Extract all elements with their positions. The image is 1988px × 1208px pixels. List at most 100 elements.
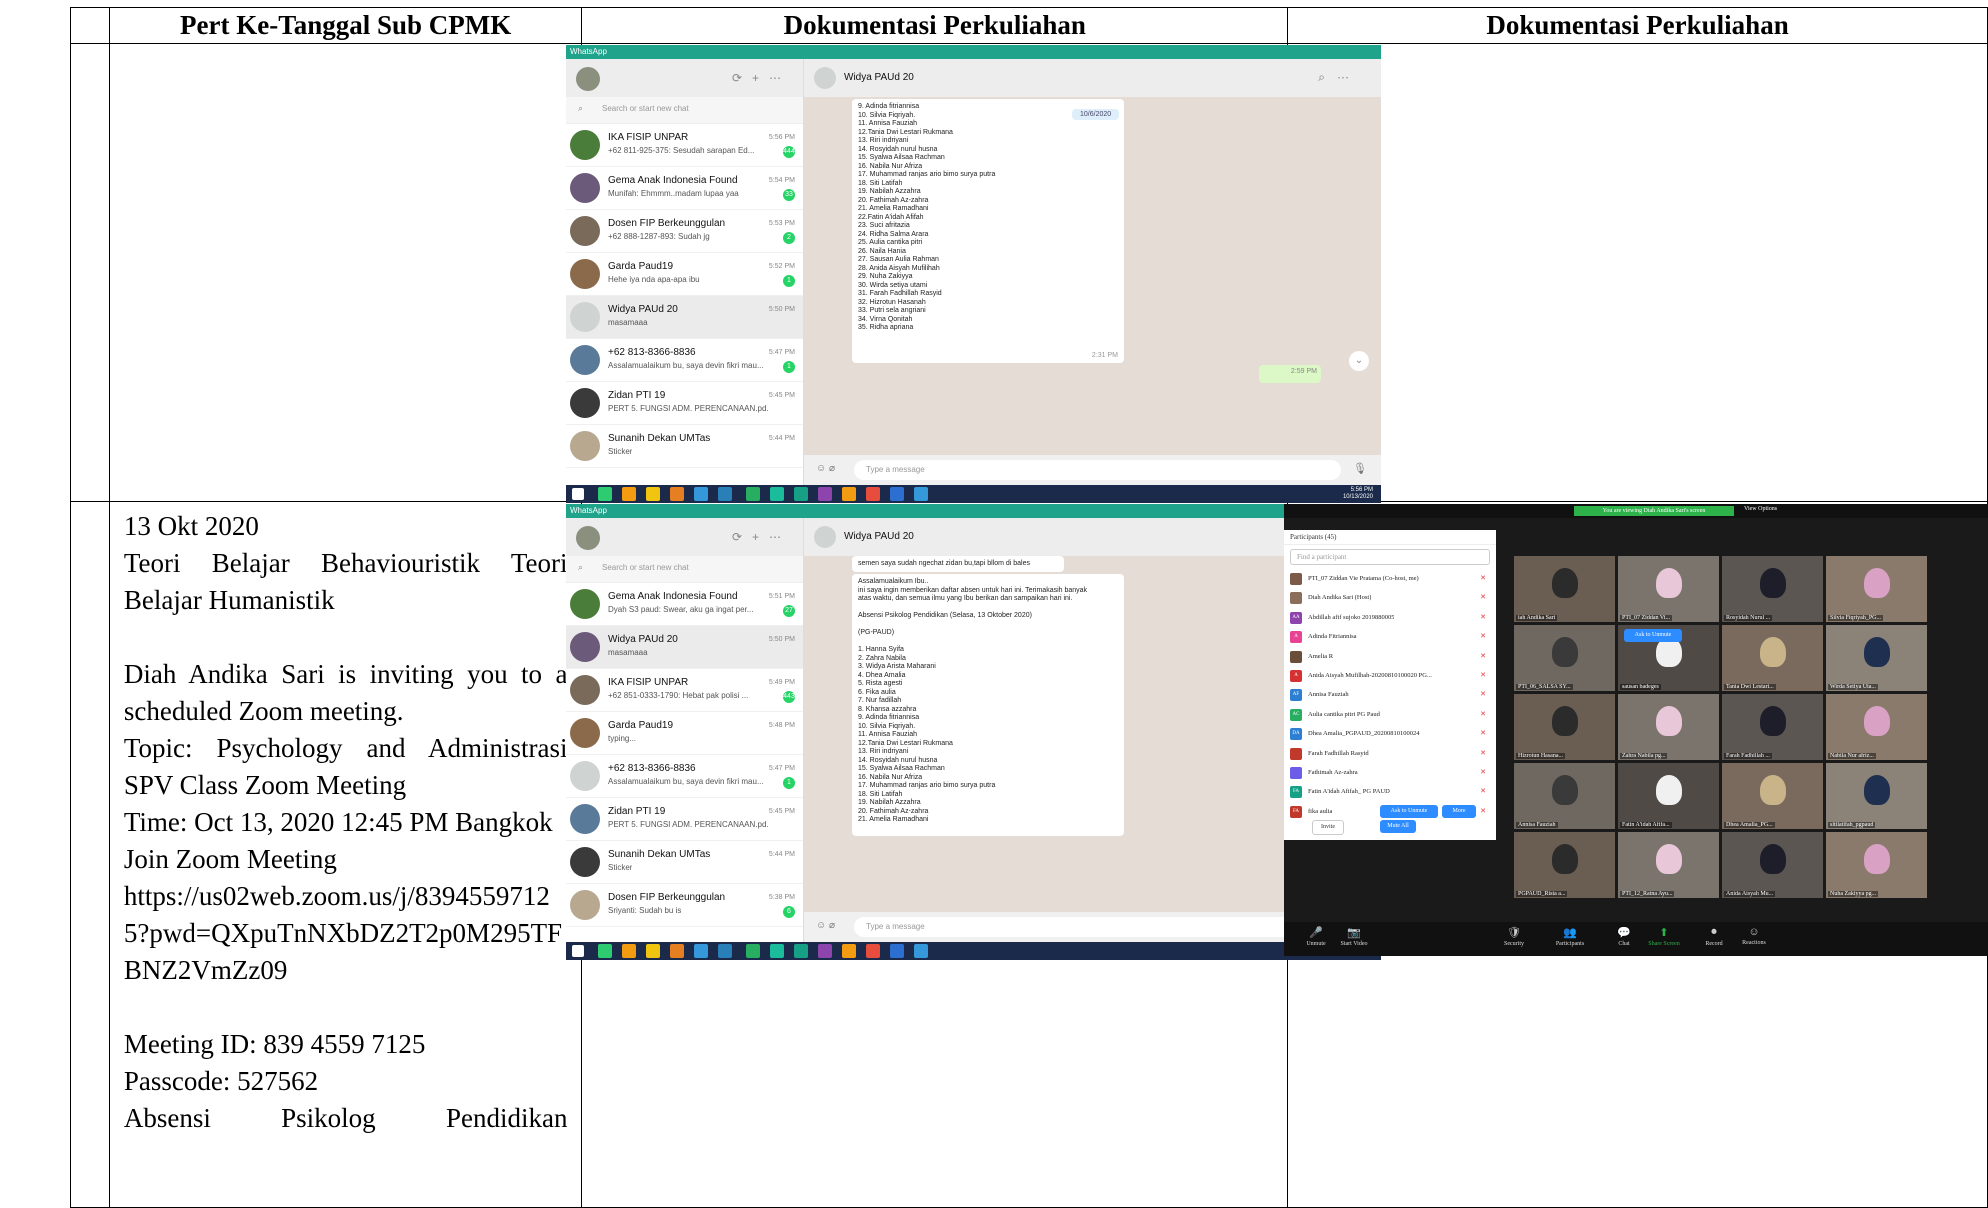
chat-list-item[interactable]: Dosen FIP Berkeunggulan +62 888-1287-893:… <box>566 210 803 253</box>
chat-list-item[interactable]: Widya PAUd 20 masamaaa 5:50 PM <box>566 296 803 339</box>
video-tile[interactable]: Annisa Fauziah <box>1514 763 1615 829</box>
video-tile[interactable]: Fatin A'idah Afifa... <box>1618 763 1719 829</box>
video-tile[interactable]: Silvia Fiqriyah_PG... <box>1826 556 1927 622</box>
message-line: Absensi Psikolog Pendidikan (Selasa, 13 … <box>858 612 1032 619</box>
video-tile[interactable]: Farah Fadhillah ... <box>1722 694 1823 760</box>
participant-row[interactable]: DA Dhea Amalia_PGPAUD_20200810100024 ✕ <box>1284 724 1496 743</box>
message-input[interactable]: Type a message <box>854 460 1341 480</box>
message-line: 5. Rista agesti <box>858 680 903 687</box>
start-icon[interactable] <box>572 488 584 500</box>
chat-list-item[interactable]: +62 813-8366-8836 Assalamualaikum bu, say… <box>566 755 803 798</box>
chat-list-item[interactable]: Gema Anak Indonesia Found Munifah: Ehmmm.… <box>566 167 803 210</box>
find-participant-input[interactable]: Find a participant <box>1290 549 1490 565</box>
video-tile[interactable]: Rosyidah Nurul ... <box>1722 556 1823 622</box>
message-line: 27. Sausan Aulia Rahman <box>858 256 939 263</box>
avatar[interactable] <box>576 526 600 550</box>
participants-button[interactable]: 👥 Participants <box>1540 926 1600 947</box>
tile-label: Dhea Amalia_PG... <box>1724 822 1775 828</box>
date-badge: 10/6/2020 <box>1072 109 1120 120</box>
participant-row[interactable]: FA fika aulia ✕ Ask to Unmute More <box>1284 802 1496 821</box>
avatar <box>814 526 836 548</box>
participant-row[interactable]: Farah Fadhillah Rasyid ✕ <box>1284 744 1496 763</box>
tile-label: Farah Fadhillah ... <box>1724 753 1772 759</box>
chat-list-item[interactable]: Garda Paud19 typing... 5:48 PM <box>566 712 803 755</box>
chat-list-item[interactable]: Gema Anak Indonesia Found Dyah S3 paud: S… <box>566 583 803 626</box>
chat-list-item[interactable]: Zidan PTI 19 PERT 5. FUNGSI ADM. PERENCAN… <box>566 382 803 425</box>
participant-row[interactable]: Fathimah Az-zahra ✕ <box>1284 763 1496 782</box>
chat-list-item[interactable]: Widya PAUd 20 masamaaa 5:50 PM <box>566 626 803 669</box>
chat-list-item[interactable]: IKA FISIP UNPAR +62 851-0333-1790: Hebat … <box>566 669 803 712</box>
emoji-icon[interactable]: ☺ ⌀ <box>816 920 835 931</box>
message-line: 19. Nabilah Azzahra <box>858 799 921 806</box>
ask-to-unmute-button[interactable]: Ask to Unmute <box>1380 804 1438 818</box>
chat-list-item[interactable]: Dosen FIP Berkeunggulan Sriyanti: Sudah b… <box>566 884 803 927</box>
muted-mic-icon: ✕ <box>1480 593 1486 602</box>
chat-preview: PERT 5. FUNGSI ADM. PERENCANAAN.pd... <box>608 404 768 413</box>
scroll-down-icon[interactable]: ⌄ <box>1349 351 1369 371</box>
search-input[interactable]: ⌕ Search or start new chat <box>566 97 803 124</box>
avatar <box>1290 747 1302 760</box>
video-tile[interactable]: Zahra Nabila pg... <box>1618 694 1719 760</box>
start-video-button[interactable]: 📷 Start Video <box>1324 926 1384 947</box>
start-icon[interactable] <box>572 945 584 957</box>
video-tile[interactable]: Anida Aisyah Mu... <box>1722 832 1823 898</box>
message-line: 30. Wirda setiya utami <box>858 281 928 289</box>
reactions-button[interactable]: ☺ Reactions <box>1724 926 1784 946</box>
video-tile[interactable]: iah Andika Sari <box>1514 556 1615 622</box>
absensi-title: Absensi Psikolog Pendidikan <box>123 1103 568 1133</box>
new-chat-icon[interactable]: ⟳+⋯ <box>732 530 791 544</box>
emoji-icon[interactable]: ☺ ⌀ <box>816 463 835 474</box>
video-tile[interactable]: Hizrotun Hasana... <box>1514 694 1615 760</box>
video-tile[interactable]: PGPAUD_Rista a... <box>1514 832 1615 898</box>
participant-row[interactable]: A Adinda Fitriannisa ✕ <box>1284 627 1496 646</box>
video-tile[interactable]: Nuha Zakiyya pg... <box>1826 832 1927 898</box>
search-input[interactable]: ⌕ Search or start new chat <box>566 556 803 583</box>
search-icon[interactable]: ⌕⋯ <box>1318 70 1361 85</box>
chat-list-item[interactable]: Zidan PTI 19 PERT 5. FUNGSI ADM. PERENCAN… <box>566 798 803 841</box>
video-tile[interactable]: Nabila Nur afriz... <box>1826 694 1927 760</box>
microphone-icon[interactable]: 🎙 <box>1353 462 1367 475</box>
participant-row[interactable]: AF Annisa Fauziah ✕ <box>1284 685 1496 704</box>
zoom-url[interactable]: https://us02web.zoom.us/j/83945597125?pw… <box>124 878 568 989</box>
chat-list-item[interactable]: +62 813-8366-8836 Assalamualaikum bu, say… <box>566 339 803 382</box>
chat-time: 5:44 PM <box>768 435 795 442</box>
video-tile[interactable]: Wirda Setiya Uta... <box>1826 625 1927 691</box>
avatar: FA <box>1290 786 1302 799</box>
message-line: 14. Rosyidah nurul husna <box>858 145 938 153</box>
participant-row[interactable]: FA Fatin A'idah Afifah_ PG PAUD ✕ <box>1284 782 1496 801</box>
video-tile[interactable]: sitilatifah_pgpaud <box>1826 763 1927 829</box>
video-tile[interactable]: PTI_12_Ratna Ayu... <box>1618 832 1719 898</box>
invite-button[interactable]: Invite <box>1312 820 1344 835</box>
participant-row[interactable]: PTI_07 Ziddan Vie Pratama (Co-host, me) ✕ <box>1284 569 1496 588</box>
chat-name: Sunanih Dekan UMTas <box>608 433 711 444</box>
header-dokumentasi-1: Dokumentasi Perkuliahan <box>581 7 1289 44</box>
video-tile[interactable]: PTI_06_SALSA SY... <box>1514 625 1615 691</box>
participant-row[interactable]: AA Abdillah afif sujoko 2019880005 ✕ <box>1284 608 1496 627</box>
participant-row[interactable]: Amelia R ✕ <box>1284 647 1496 666</box>
chat-list-item[interactable]: Sunanih Dekan UMTas Sticker 5:44 PM <box>566 841 803 884</box>
chat-preview: typing... <box>608 734 637 743</box>
participant-row[interactable]: A Anida Aisyah Mufilhah-20200810100020 PG… <box>1284 666 1496 685</box>
avatar <box>570 589 600 619</box>
video-tile[interactable]: PTI_07 Ziddan Vi... <box>1618 556 1719 622</box>
mute-all-button[interactable]: Mute All <box>1380 820 1416 833</box>
participant-row[interactable]: AC Aulia cantika pitri PG Paud ✕ <box>1284 705 1496 724</box>
chat-list-item[interactable]: Garda Paud19 Hehe iya nda apa-apa ibu 5:52… <box>566 253 803 296</box>
tile-ask-to-unmute-button[interactable]: Ask to Unmute <box>1624 629 1682 642</box>
tile-label: Silvia Fiqriyah_PG... <box>1828 615 1884 621</box>
view-options-button[interactable]: View Options <box>1744 506 1777 512</box>
security-button[interactable]: 🛡 Security <box>1484 926 1544 947</box>
new-chat-icon[interactable]: ⟳+⋯ <box>732 71 791 85</box>
message-bubble: 9. Adinda fitriannisa 10. Silvia Fiqriyah… <box>852 99 1124 363</box>
more-button[interactable]: More <box>1442 804 1476 818</box>
chat-name: IKA FISIP UNPAR <box>608 132 689 143</box>
message-input[interactable]: Type a message <box>854 917 1341 937</box>
chat-list-item[interactable]: IKA FISIP UNPAR +62 811-925-375: Sesudah … <box>566 124 803 167</box>
muted-mic-icon: ✕ <box>1480 729 1486 738</box>
participant-row[interactable]: Diah Andika Sari (Host) ✕ <box>1284 588 1496 607</box>
avatar[interactable] <box>576 67 600 91</box>
message-line: 6. Fika aulia <box>858 688 896 696</box>
chat-list-item[interactable]: Sunanih Dekan UMTas Sticker 5:44 PM <box>566 425 803 468</box>
video-tile[interactable]: Tania Dwi Lestari... <box>1722 625 1823 691</box>
video-tile[interactable]: Dhea Amalia_PG... <box>1722 763 1823 829</box>
